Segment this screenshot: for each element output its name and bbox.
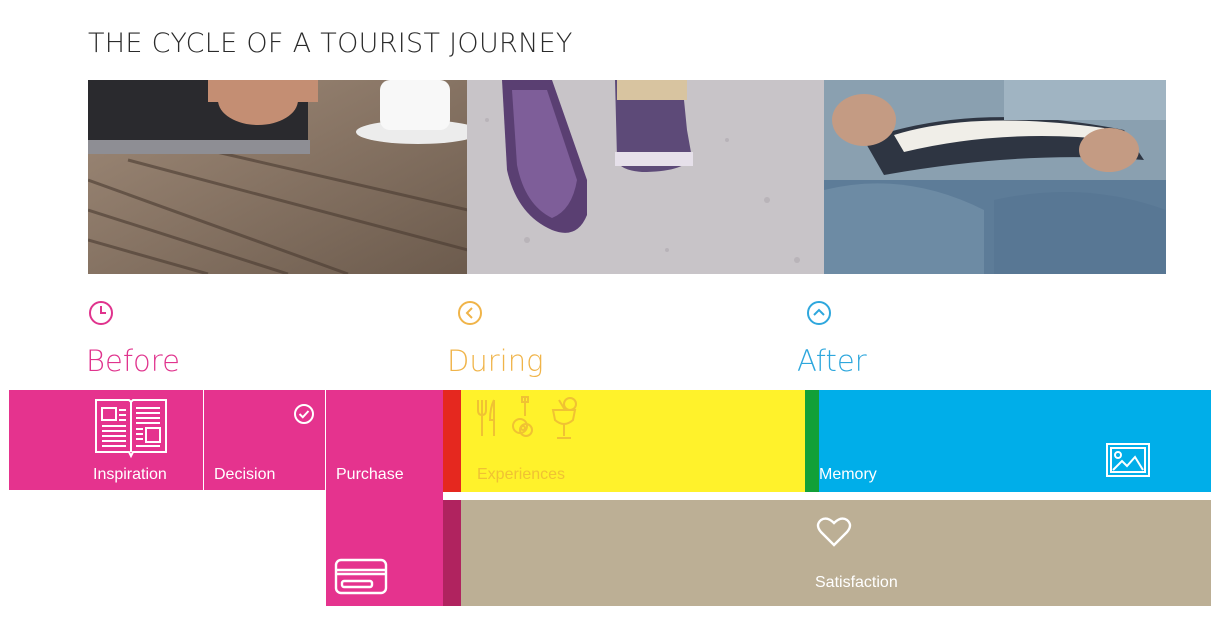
after-green-bar	[805, 390, 819, 492]
stage-inspiration: Inspiration	[9, 390, 203, 490]
page-title: THE CYCLE OF A TOURIST JOURNEY	[88, 28, 573, 59]
stage-memory: Memory	[819, 390, 1211, 492]
stage-experiences: Experiences	[461, 390, 805, 492]
stage-satisfaction: Satisfaction	[461, 500, 1211, 606]
stage-label-experiences: Experiences	[477, 466, 566, 483]
newspaper-icon	[93, 396, 169, 467]
stage-decision: Decision	[204, 390, 325, 490]
heart-icon	[816, 516, 852, 553]
stage-label-decision: Decision	[214, 466, 276, 483]
reading-book-photo	[824, 80, 1166, 274]
stage-purchase: Purchase	[326, 390, 443, 606]
guitar-icon	[509, 396, 537, 445]
picture-icon	[1105, 442, 1151, 483]
chevron-left-circle-icon	[457, 300, 483, 331]
check-circle-icon	[293, 403, 315, 430]
stage-label-purchase: Purchase	[336, 466, 404, 483]
during-red-bar	[443, 390, 461, 492]
stage-label-inspiration: Inspiration	[93, 466, 167, 483]
walking-sneakers-photo	[467, 80, 824, 274]
tablet-on-table-photo	[88, 80, 468, 274]
credit-card-icon	[334, 558, 388, 601]
phase-label-during: During	[447, 344, 544, 378]
cocktail-icon	[549, 396, 579, 447]
clock-icon	[88, 300, 114, 331]
chevron-up-circle-icon	[806, 300, 832, 331]
stage-label-memory: Memory	[819, 466, 877, 483]
fork-knife-icon	[475, 398, 499, 443]
phase-label-before: Before	[86, 344, 180, 378]
during-dark-pink-bar	[443, 500, 461, 606]
stage-label-satisfaction: Satisfaction	[815, 574, 898, 591]
phase-label-after: After	[797, 344, 867, 378]
